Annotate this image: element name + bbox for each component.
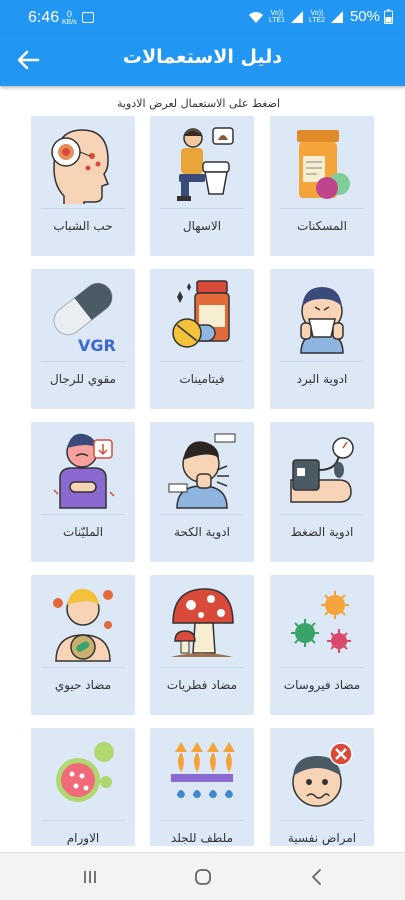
category-card-cough[interactable]: ادوية الكحة [150,422,254,562]
card-divider [280,361,364,362]
status-time: 6:46 [28,9,60,26]
category-card-cold-medicine[interactable]: ادوية البرد [270,269,374,409]
net-speed-unit: KB/s [62,19,77,26]
category-card-diarrhea[interactable]: الاسهال [150,116,254,256]
card-divider [160,208,244,209]
acne-face-icon [51,129,109,204]
category-label: حب الشباب [53,219,113,233]
battery-percent: 50% [349,8,380,25]
sneezing-person-icon [300,287,344,354]
stomach-ache-icon [53,433,115,509]
category-label: المليّنات [62,525,104,539]
net-speed: 0 KB/s [62,10,77,27]
coughing-person-icon [168,433,236,509]
category-label: الاورام [66,831,100,845]
net-speed-value: 0 [66,9,72,19]
card-divider [280,667,364,668]
recents-icon[interactable] [78,865,102,889]
page-title: دليل الاستعمالات [122,46,283,68]
back-chevron-icon[interactable] [305,865,329,889]
category-card-tumors[interactable]: الاورام [31,728,135,846]
category-card-acne[interactable]: حب الشباب [31,116,135,256]
category-card-painkillers[interactable]: المسكنات [270,116,374,256]
category-card-blood-pressure[interactable]: ادوية الضغط [270,422,374,562]
category-label: مقوي للرجال [50,372,116,386]
lte1-label: Vo)) LTE1 [268,9,286,24]
category-label: فيتامينات [179,372,225,386]
gallery-icon [82,12,94,23]
svg-text:VGR: VGR [78,336,116,355]
card-divider [41,667,125,668]
category-label: مضاد فطريات [166,678,238,692]
stressed-face-icon [292,742,353,807]
virus-icon [291,591,351,653]
categories-grid: المسكنات الاسهال حب الشباب ادوية البرد ف… [0,116,405,846]
bacteria-body-icon [53,588,113,662]
battery-icon [384,9,393,24]
category-label: المسكنات [297,219,347,233]
category-label: ادوية الضغط [290,525,354,539]
card-divider [160,820,244,821]
card-divider [280,514,364,515]
category-label: ملطف للجلد [170,831,234,845]
arrow-left-icon[interactable] [14,46,42,74]
skin-layers-icon [171,742,235,798]
category-card-antiviral[interactable]: مضاد فيروسات [270,575,374,715]
pill-bottle-icon [297,130,350,199]
category-card-skin-emollient[interactable]: ملطف للجلد [150,728,254,846]
card-divider [160,361,244,362]
card-divider [160,667,244,668]
card-divider [41,514,125,515]
status-bar: 6:46 0 KB/s Vo)) LTE1 Vo)) LTE2 50% [0,0,405,34]
home-icon[interactable] [191,865,215,889]
category-label: مضاد حيوي [54,678,112,692]
category-card-mental-illness[interactable]: امراض نفسية [270,728,374,846]
category-card-antibiotic[interactable]: مضاد حيوي [31,575,135,715]
category-card-antifungal[interactable]: مضاد فطريات [150,575,254,715]
category-label: ادوية البرد [296,372,348,386]
vitamins-icon [172,280,230,348]
card-divider [280,820,364,821]
category-label: امراض نفسية [287,831,357,845]
category-label: الاسهال [182,219,222,233]
toilet-person-icon [177,127,234,201]
hint-text: اضغط على الاستعمال لعرض الادوية [117,97,280,110]
system-nav-bar [0,852,405,900]
mushroom-icon [171,588,234,657]
capsule-vgr-icon: VGR [53,282,116,355]
card-divider [160,514,244,515]
card-divider [41,820,125,821]
lte2-label: Vo)) LTE2 [308,9,326,24]
wifi-icon [248,11,263,23]
category-card-laxatives[interactable]: المليّنات [31,422,135,562]
app-bar: دليل الاستعمالات [0,34,405,86]
card-divider [41,208,125,209]
category-label: مضاد فيروسات [283,678,361,692]
category-card-vitamins[interactable]: فيتامينات [150,269,254,409]
blood-pressure-icon [290,437,354,503]
category-card-men-tonic[interactable]: VGR مقوي للرجال [31,269,135,409]
signal1-icon [290,10,303,23]
card-divider [280,208,364,209]
signal2-icon [330,10,343,23]
card-divider [41,361,125,362]
tumor-cell-icon [56,742,114,802]
category-label: ادوية الكحة [174,525,230,539]
